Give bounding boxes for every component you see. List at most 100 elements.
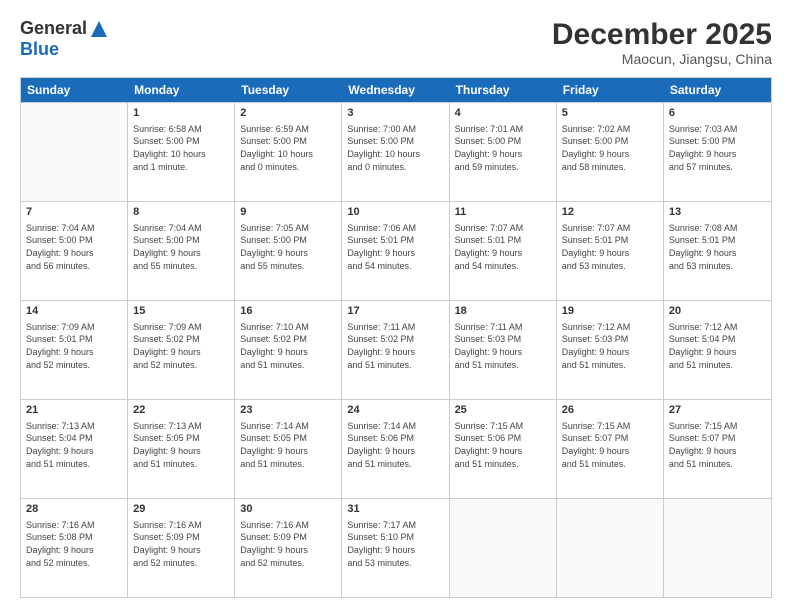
cell-info: Sunrise: 7:03 AM Sunset: 5:00 PM Dayligh…	[669, 123, 766, 173]
calendar-cell: 8 Sunrise: 7:04 AM Sunset: 5:00 PM Daylig…	[128, 202, 235, 300]
cell-info: Sunrise: 7:11 AM Sunset: 5:02 PM Dayligh…	[347, 321, 443, 371]
calendar-cell: 9Sunrise: 7:05 AM Sunset: 5:00 PM Daylig…	[235, 202, 342, 300]
calendar-cell: 20Sunrise: 7:12 AM Sunset: 5:04 PM Dayli…	[664, 301, 771, 399]
weekday-header-sunday: Sunday	[21, 78, 128, 102]
cell-info: Sunrise: 7:07 AM Sunset: 5:01 PM Dayligh…	[562, 222, 658, 272]
calendar-cell: 30Sunrise: 7:16 AM Sunset: 5:09 PM Dayli…	[235, 499, 342, 597]
day-number: 18	[455, 304, 551, 319]
day-number: 10	[347, 205, 443, 220]
day-number: 1	[133, 106, 229, 121]
day-number: 3	[347, 106, 443, 121]
calendar-cell: 10 Sunrise: 7:06 AM Sunset: 5:01 PM Dayli…	[342, 202, 449, 300]
day-number: 2	[240, 106, 336, 121]
day-number: 24	[347, 403, 443, 418]
month-title: December 2025	[552, 18, 772, 51]
day-number: 9	[240, 205, 336, 220]
day-number: 25	[455, 403, 551, 418]
calendar-cell: 7 Sunrise: 7:04 AM Sunset: 5:00 PM Daylig…	[21, 202, 128, 300]
cell-info: Sunrise: 7:15 AM Sunset: 5:07 PM Dayligh…	[669, 420, 766, 470]
cell-info: Sunrise: 7:02 AM Sunset: 5:00 PM Dayligh…	[562, 123, 658, 173]
calendar-cell: 23 Sunrise: 7:14 AM Sunset: 5:05 PM Dayli…	[235, 400, 342, 498]
cell-info: Sunrise: 7:06 AM Sunset: 5:01 PM Dayligh…	[347, 222, 443, 272]
calendar-cell	[664, 499, 771, 597]
day-number: 14	[26, 304, 122, 319]
calendar: SundayMondayTuesdayWednesdayThursdayFrid…	[20, 77, 772, 598]
day-number: 23	[240, 403, 336, 418]
calendar-cell: 22 Sunrise: 7:13 AM Sunset: 5:05 PM Dayli…	[128, 400, 235, 498]
weekday-header-thursday: Thursday	[450, 78, 557, 102]
day-number: 6	[669, 106, 766, 121]
day-number: 8	[133, 205, 229, 220]
day-number: 21	[26, 403, 122, 418]
cell-info: Sunrise: 6:59 AM Sunset: 5:00 PM Dayligh…	[240, 123, 336, 173]
day-number: 19	[562, 304, 658, 319]
cell-info: Sunrise: 7:15 AM Sunset: 5:06 PM Dayligh…	[455, 420, 551, 470]
calendar-cell	[450, 499, 557, 597]
cell-info: Sunrise: 7:15 AM Sunset: 5:07 PM Dayligh…	[562, 420, 658, 470]
calendar-cell: 27Sunrise: 7:15 AM Sunset: 5:07 PM Dayli…	[664, 400, 771, 498]
day-number: 26	[562, 403, 658, 418]
calendar-row-4: 28 Sunrise: 7:16 AM Sunset: 5:08 PM Dayli…	[21, 498, 771, 597]
header: General Blue December 2025 Maocun, Jiang…	[20, 18, 772, 67]
calendar-cell: 13Sunrise: 7:08 AM Sunset: 5:01 PM Dayli…	[664, 202, 771, 300]
cell-info: Sunrise: 7:10 AM Sunset: 5:02 PM Dayligh…	[240, 321, 336, 371]
calendar-cell: 4Sunrise: 7:01 AM Sunset: 5:00 PM Daylig…	[450, 103, 557, 201]
day-number: 11	[455, 205, 551, 220]
calendar-cell: 1 Sunrise: 6:58 AM Sunset: 5:00 PM Daylig…	[128, 103, 235, 201]
logo: General Blue	[20, 18, 109, 60]
cell-info: Sunrise: 6:58 AM Sunset: 5:00 PM Dayligh…	[133, 123, 229, 173]
cell-info: Sunrise: 7:09 AM Sunset: 5:01 PM Dayligh…	[26, 321, 122, 371]
weekday-header-friday: Friday	[557, 78, 664, 102]
cell-info: Sunrise: 7:12 AM Sunset: 5:03 PM Dayligh…	[562, 321, 658, 371]
cell-info: Sunrise: 7:16 AM Sunset: 5:09 PM Dayligh…	[133, 519, 229, 569]
day-number: 12	[562, 205, 658, 220]
day-number: 17	[347, 304, 443, 319]
calendar-row-3: 21 Sunrise: 7:13 AM Sunset: 5:04 PM Dayli…	[21, 399, 771, 498]
day-number: 31	[347, 502, 443, 517]
logo-icon	[89, 19, 109, 39]
day-number: 15	[133, 304, 229, 319]
calendar-header: SundayMondayTuesdayWednesdayThursdayFrid…	[21, 78, 771, 102]
calendar-cell: 26 Sunrise: 7:15 AM Sunset: 5:07 PM Dayli…	[557, 400, 664, 498]
location-title: Maocun, Jiangsu, China	[552, 51, 772, 67]
day-number: 5	[562, 106, 658, 121]
calendar-cell: 17 Sunrise: 7:11 AM Sunset: 5:02 PM Dayli…	[342, 301, 449, 399]
title-block: December 2025 Maocun, Jiangsu, China	[552, 18, 772, 67]
calendar-cell: 6 Sunrise: 7:03 AM Sunset: 5:00 PM Daylig…	[664, 103, 771, 201]
cell-info: Sunrise: 7:04 AM Sunset: 5:00 PM Dayligh…	[133, 222, 229, 272]
calendar-cell: 2 Sunrise: 6:59 AM Sunset: 5:00 PM Daylig…	[235, 103, 342, 201]
calendar-cell: 16 Sunrise: 7:10 AM Sunset: 5:02 PM Dayli…	[235, 301, 342, 399]
cell-info: Sunrise: 7:13 AM Sunset: 5:04 PM Dayligh…	[26, 420, 122, 470]
cell-info: Sunrise: 7:00 AM Sunset: 5:00 PM Dayligh…	[347, 123, 443, 173]
calendar-cell: 21 Sunrise: 7:13 AM Sunset: 5:04 PM Dayli…	[21, 400, 128, 498]
cell-info: Sunrise: 7:09 AM Sunset: 5:02 PM Dayligh…	[133, 321, 229, 371]
calendar-cell: 14 Sunrise: 7:09 AM Sunset: 5:01 PM Dayli…	[21, 301, 128, 399]
day-number: 22	[133, 403, 229, 418]
cell-info: Sunrise: 7:16 AM Sunset: 5:08 PM Dayligh…	[26, 519, 122, 569]
cell-info: Sunrise: 7:07 AM Sunset: 5:01 PM Dayligh…	[455, 222, 551, 272]
day-number: 13	[669, 205, 766, 220]
calendar-cell	[21, 103, 128, 201]
cell-info: Sunrise: 7:13 AM Sunset: 5:05 PM Dayligh…	[133, 420, 229, 470]
day-number: 20	[669, 304, 766, 319]
day-number: 16	[240, 304, 336, 319]
calendar-cell: 3 Sunrise: 7:00 AM Sunset: 5:00 PM Daylig…	[342, 103, 449, 201]
day-number: 7	[26, 205, 122, 220]
calendar-row-2: 14 Sunrise: 7:09 AM Sunset: 5:01 PM Dayli…	[21, 300, 771, 399]
calendar-cell: 28 Sunrise: 7:16 AM Sunset: 5:08 PM Dayli…	[21, 499, 128, 597]
cell-info: Sunrise: 7:04 AM Sunset: 5:00 PM Dayligh…	[26, 222, 122, 272]
calendar-cell: 25 Sunrise: 7:15 AM Sunset: 5:06 PM Dayli…	[450, 400, 557, 498]
logo-blue-text: Blue	[20, 39, 59, 60]
cell-info: Sunrise: 7:11 AM Sunset: 5:03 PM Dayligh…	[455, 321, 551, 371]
calendar-cell: 11 Sunrise: 7:07 AM Sunset: 5:01 PM Dayli…	[450, 202, 557, 300]
day-number: 30	[240, 502, 336, 517]
day-number: 4	[455, 106, 551, 121]
cell-info: Sunrise: 7:14 AM Sunset: 5:05 PM Dayligh…	[240, 420, 336, 470]
calendar-row-1: 7 Sunrise: 7:04 AM Sunset: 5:00 PM Daylig…	[21, 201, 771, 300]
page: General Blue December 2025 Maocun, Jiang…	[0, 0, 792, 612]
cell-info: Sunrise: 7:14 AM Sunset: 5:06 PM Dayligh…	[347, 420, 443, 470]
weekday-header-monday: Monday	[128, 78, 235, 102]
calendar-cell: 19 Sunrise: 7:12 AM Sunset: 5:03 PM Dayli…	[557, 301, 664, 399]
day-number: 28	[26, 502, 122, 517]
weekday-header-saturday: Saturday	[664, 78, 771, 102]
